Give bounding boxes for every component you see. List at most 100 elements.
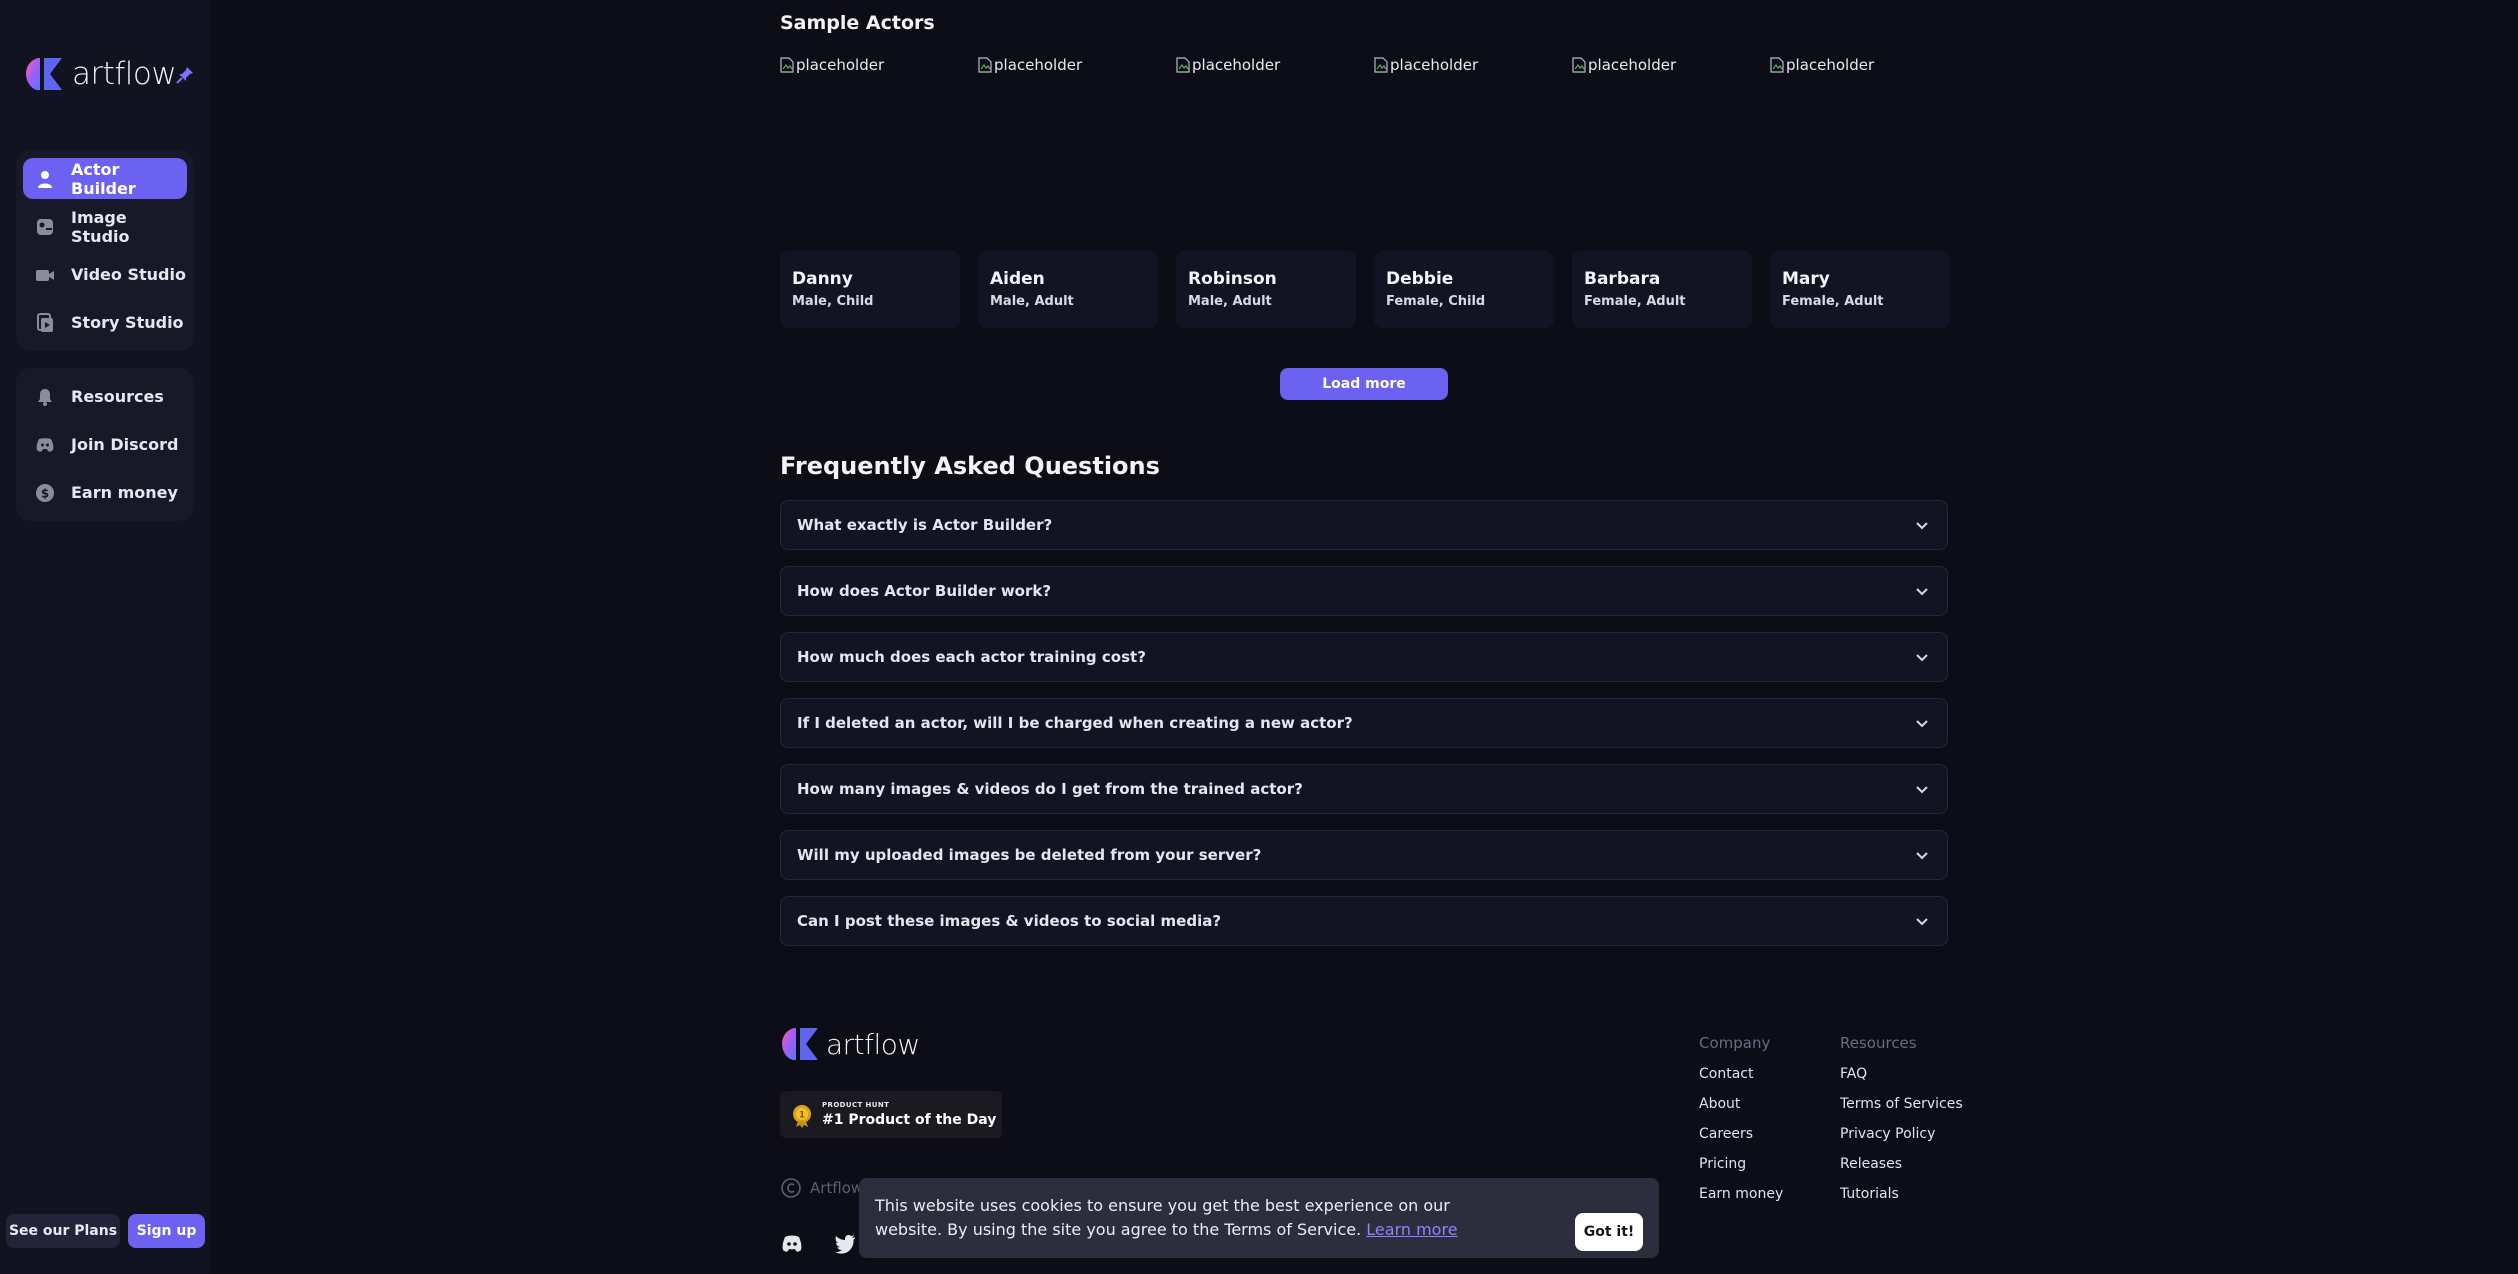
actor-meta: Male, Child (792, 294, 874, 309)
sidebar-item-resources[interactable]: Resources (23, 376, 187, 417)
nav-group-studios: Actor Builder Image Studio Video Studio … (16, 150, 194, 351)
actor-info: Danny Male, Child (780, 251, 960, 328)
actor-name: Barbara (1584, 269, 1661, 289)
actor-info: Robinson Male, Adult (1176, 251, 1356, 328)
actor-name: Robinson (1188, 269, 1277, 289)
product-hunt-award: #1 Product of the Day (822, 1112, 997, 1128)
footer-link-careers[interactable]: Careers (1699, 1126, 1783, 1156)
svg-text:$: $ (41, 486, 49, 500)
faq-question: If I deleted an actor, will I be charged… (797, 714, 1353, 732)
artflow-logo-icon (26, 58, 62, 91)
actor-card-barbara[interactable]: placeholder Barbara Female, Adult (1572, 56, 1752, 328)
actor-card-danny[interactable]: placeholder Danny Male, Child (780, 56, 960, 328)
actor-card-robinson[interactable]: placeholder Robinson Male, Adult (1176, 56, 1356, 328)
actor-card-aiden[interactable]: placeholder Aiden Male, Adult (978, 56, 1158, 328)
faq-question: How many images & videos do I get from t… (797, 780, 1303, 798)
chevron-down-icon (1916, 588, 1928, 596)
sidebar-item-story-studio[interactable]: Story Studio (23, 302, 187, 343)
actor-meta: Male, Adult (1188, 294, 1272, 309)
chevron-down-icon (1916, 720, 1928, 728)
footer-company-column: Company Contact About Careers Pricing Ea… (1699, 1034, 1783, 1216)
cookie-text: This website uses cookies to ensure you … (875, 1196, 1450, 1239)
sidebar-item-label: Earn money (71, 483, 178, 502)
cookie-message: This website uses cookies to ensure you … (875, 1194, 1495, 1242)
brand-name: artflow (72, 56, 177, 92)
product-hunt-badge[interactable]: 1 PRODUCT HUNT #1 Product of the Day (780, 1091, 1002, 1138)
image-alt-text: placeholder (1588, 56, 1677, 74)
faq-item[interactable]: How much does each actor training cost? (780, 632, 1948, 682)
bell-icon (35, 387, 55, 407)
image-alt-text: placeholder (1786, 56, 1875, 74)
dollar-icon: $ (35, 483, 55, 503)
sidebar-item-actor-builder[interactable]: Actor Builder (23, 158, 187, 199)
sidebar-item-join-discord[interactable]: Join Discord (23, 424, 187, 465)
person-icon (35, 169, 55, 189)
footer-link-terms[interactable]: Terms of Services (1840, 1096, 1963, 1126)
footer-link-pricing[interactable]: Pricing (1699, 1156, 1783, 1186)
faq-item[interactable]: Can I post these images & videos to soci… (780, 896, 1948, 946)
sidebar-item-video-studio[interactable]: Video Studio (23, 254, 187, 295)
twitter-icon[interactable] (834, 1234, 856, 1254)
faq-question: What exactly is Actor Builder? (797, 516, 1053, 534)
faq-list: What exactly is Actor Builder? How does … (780, 500, 1948, 962)
footer-link-tutorials[interactable]: Tutorials (1840, 1186, 1963, 1216)
sample-actors-title: Sample Actors (780, 12, 935, 34)
broken-image-icon (1374, 57, 1388, 73)
got-it-button[interactable]: Got it! (1575, 1213, 1643, 1251)
chevron-down-icon (1916, 852, 1928, 860)
image-alt-text: placeholder (994, 56, 1083, 74)
sidebar-item-image-studio[interactable]: Image Studio (23, 206, 187, 247)
actor-image: placeholder (1176, 56, 1280, 74)
cookie-banner: This website uses cookies to ensure you … (859, 1178, 1659, 1258)
footer-logo[interactable]: artflow (780, 1026, 920, 1062)
actor-name: Danny (792, 269, 853, 289)
story-icon (35, 312, 55, 333)
sidebar-item-label: Story Studio (71, 313, 184, 332)
actor-card-debbie[interactable]: placeholder Debbie Female, Child (1374, 56, 1554, 328)
video-camera-icon (35, 265, 55, 285)
copyright-icon (781, 1178, 801, 1198)
footer-column-heading: Resources (1840, 1034, 1917, 1052)
sign-up-button[interactable]: Sign up (128, 1214, 205, 1248)
image-alt-text: placeholder (796, 56, 885, 74)
brand-name: artflow (826, 1027, 920, 1061)
faq-item[interactable]: What exactly is Actor Builder? (780, 500, 1948, 550)
brand-logo[interactable]: artflow (24, 56, 177, 92)
faq-question: How does Actor Builder work? (797, 582, 1052, 600)
faq-item[interactable]: How does Actor Builder work? (780, 566, 1948, 616)
actor-name: Debbie (1386, 269, 1454, 289)
footer-link-faq[interactable]: FAQ (1840, 1066, 1963, 1096)
actor-meta: Male, Adult (990, 294, 1074, 309)
footer-link-about[interactable]: About (1699, 1096, 1783, 1126)
footer-link-earn-money[interactable]: Earn money (1699, 1186, 1783, 1216)
faq-question: Will my uploaded images be deleted from … (797, 846, 1262, 864)
broken-image-icon (978, 57, 992, 73)
learn-more-link[interactable]: Learn more (1366, 1220, 1457, 1239)
chevron-down-icon (1916, 918, 1928, 926)
actor-info: Debbie Female, Child (1374, 251, 1554, 328)
see-plans-button[interactable]: See our Plans (6, 1214, 120, 1248)
faq-item[interactable]: How many images & videos do I get from t… (780, 764, 1948, 814)
broken-image-icon (1176, 57, 1190, 73)
actor-meta: Female, Adult (1782, 294, 1884, 309)
footer-link-releases[interactable]: Releases (1840, 1156, 1963, 1186)
pin-icon[interactable] (176, 66, 194, 84)
actor-meta: Female, Child (1386, 294, 1486, 309)
discord-icon[interactable] (781, 1234, 803, 1254)
faq-question: Can I post these images & videos to soci… (797, 912, 1222, 930)
actor-name: Aiden (990, 269, 1045, 289)
footer-link-privacy[interactable]: Privacy Policy (1840, 1126, 1963, 1156)
load-more-button[interactable]: Load more (1280, 368, 1448, 400)
actor-name: Mary (1782, 269, 1830, 289)
image-studio-icon (35, 217, 55, 237)
sidebar-item-label: Image Studio (71, 207, 130, 246)
sidebar-item-label: Join Discord (71, 435, 179, 454)
sidebar-item-label: Actor Builder (71, 159, 136, 198)
sidebar-item-earn-money[interactable]: $ Earn money (23, 472, 187, 513)
chevron-down-icon (1916, 522, 1928, 530)
footer-link-contact[interactable]: Contact (1699, 1066, 1783, 1096)
actor-meta: Female, Adult (1584, 294, 1686, 309)
faq-item[interactable]: If I deleted an actor, will I be charged… (780, 698, 1948, 748)
actor-card-mary[interactable]: placeholder Mary Female, Adult (1770, 56, 1950, 328)
faq-item[interactable]: Will my uploaded images be deleted from … (780, 830, 1948, 880)
